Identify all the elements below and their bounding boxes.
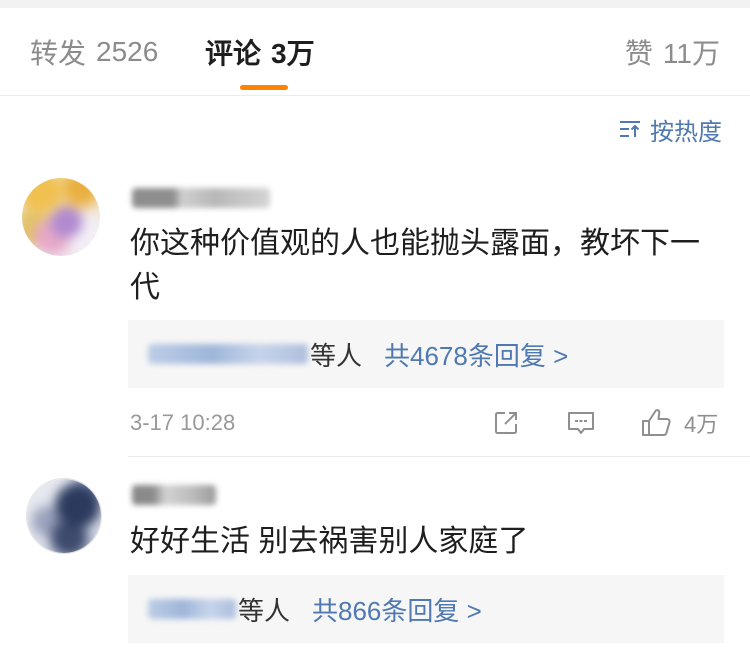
sort-label: 按热度 xyxy=(650,118,722,146)
comment-meta: 3-17 10:28 4万 xyxy=(130,405,724,441)
avatar-image xyxy=(22,178,100,256)
share-icon[interactable] xyxy=(492,409,520,437)
tab-bar: 转发 2526 评论 3万 赞 11万 xyxy=(0,8,750,95)
username[interactable] xyxy=(132,485,216,505)
tab-label: 转发 xyxy=(30,37,87,69)
reply-users-suffix: 等人 xyxy=(310,340,363,371)
active-tab-indicator xyxy=(240,85,288,90)
divider xyxy=(128,456,750,457)
username[interactable] xyxy=(132,188,270,208)
avatar[interactable] xyxy=(26,478,102,554)
tab-count: 3万 xyxy=(271,37,315,69)
comment-text[interactable]: 你这种价值观的人也能抛头露面，教坏下一代 xyxy=(130,222,724,310)
comment-time: 3-17 10:28 xyxy=(130,410,236,435)
tab-label: 评论 xyxy=(205,37,262,69)
view-replies-link[interactable]: 共866条回复 > xyxy=(312,591,482,628)
tab-label: 赞 xyxy=(624,37,653,69)
view-replies-link[interactable]: 共4678条回复 > xyxy=(384,336,568,373)
reply-user-names[interactable] xyxy=(148,344,308,364)
reply-summary[interactable]: 等人 共4678条回复 > xyxy=(128,320,724,388)
avatar[interactable] xyxy=(22,178,100,256)
reply-users-suffix: 等人 xyxy=(238,595,291,626)
reply-summary[interactable]: 等人 共866条回复 > xyxy=(128,575,724,643)
comment-text[interactable]: 好好生活 别去祸害别人家庭了 xyxy=(130,520,724,564)
thumbs-up-icon[interactable] xyxy=(640,407,672,439)
tab-count: 11万 xyxy=(662,37,720,69)
tab-reposts[interactable]: 转发 2526 xyxy=(30,8,158,95)
reply-user-names[interactable] xyxy=(148,599,236,619)
sort-by-hot-button[interactable]: 按热度 xyxy=(618,112,722,146)
tab-comments[interactable]: 评论 3万 xyxy=(205,8,315,95)
sort-icon xyxy=(620,121,640,137)
divider xyxy=(0,95,750,96)
tab-count: 2526 xyxy=(96,35,159,67)
avatar-image xyxy=(27,479,101,553)
like-count: 4万 xyxy=(684,412,719,437)
like-button[interactable]: 4万 xyxy=(640,405,718,441)
top-gap xyxy=(0,0,750,8)
comment-icon[interactable] xyxy=(566,409,596,437)
tab-likes[interactable]: 赞 11万 xyxy=(625,8,720,95)
